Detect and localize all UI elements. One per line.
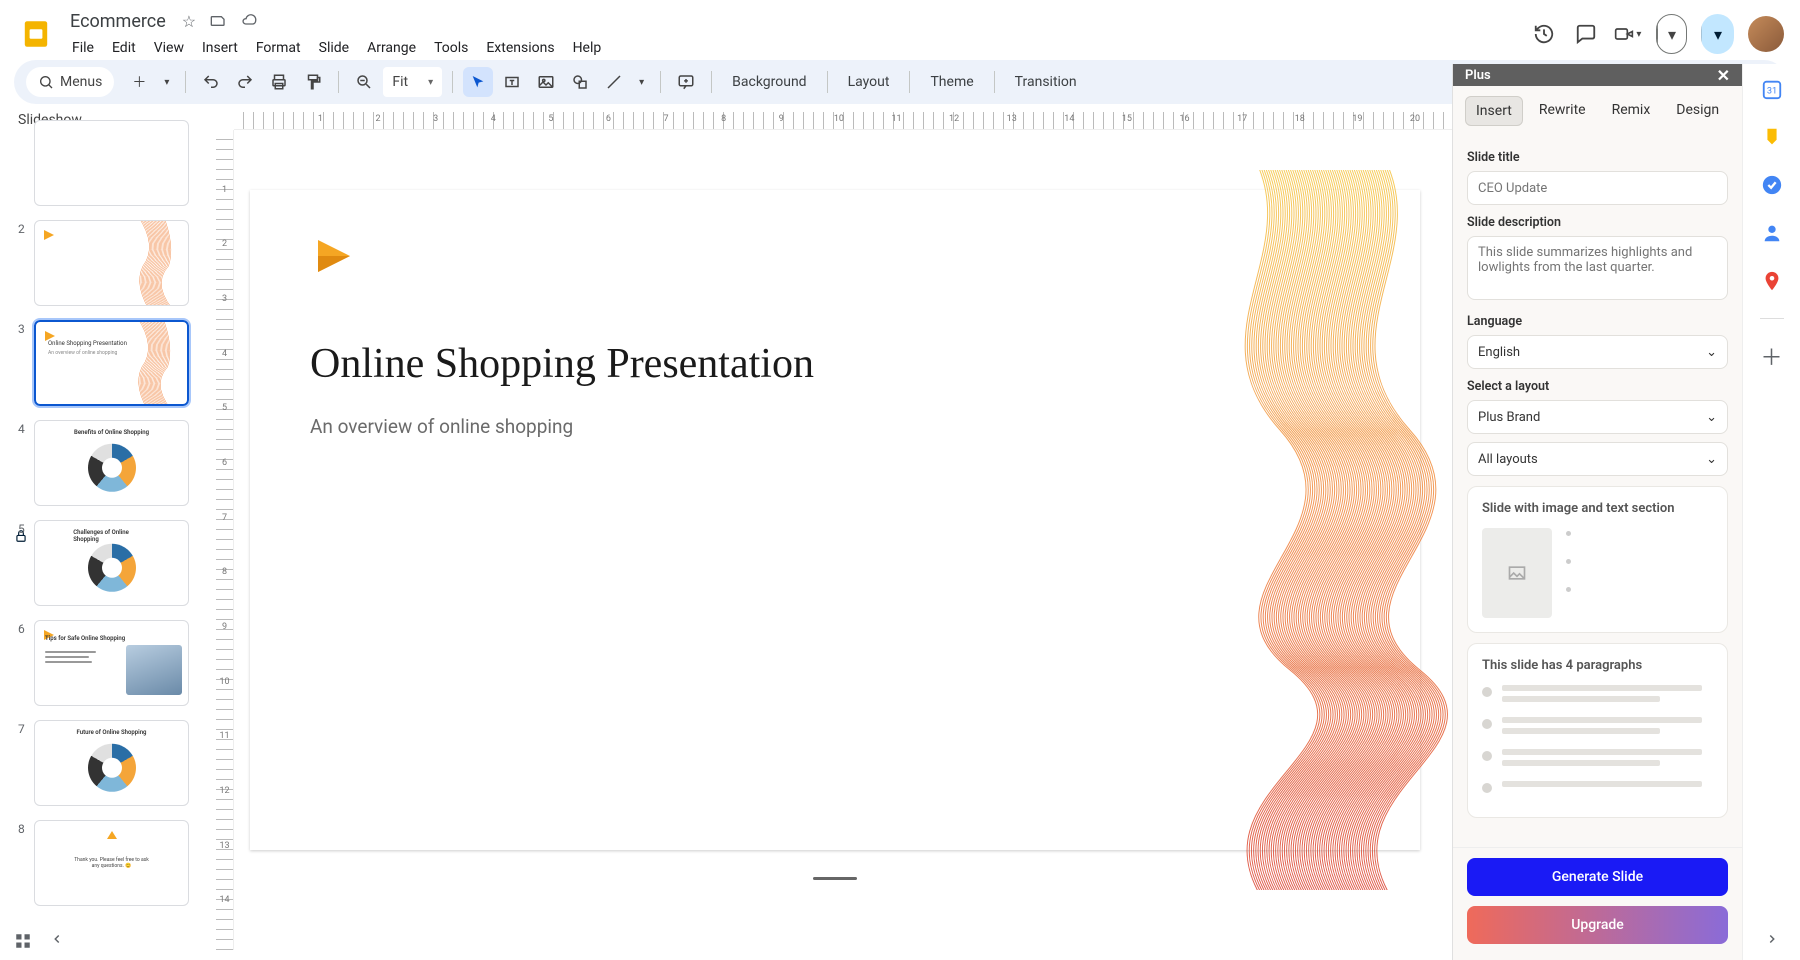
move-icon[interactable] — [210, 12, 226, 31]
ruler-vertical: 1234567891011121314 — [216, 130, 234, 950]
tab-design[interactable]: Design — [1666, 96, 1729, 126]
zoom-select[interactable]: Fit▾ — [383, 67, 442, 97]
chevron-down-icon: ⌄ — [1706, 410, 1717, 425]
contacts-icon[interactable] — [1761, 222, 1783, 244]
maps-icon[interactable] — [1761, 270, 1783, 292]
menu-format[interactable]: Format — [248, 36, 309, 60]
slide-thumbnail[interactable]: Thank you. Please feel free to ask any q… — [34, 820, 189, 906]
collapse-filmstrip-icon[interactable] — [50, 932, 64, 950]
paint-format-button[interactable] — [298, 67, 328, 97]
menu-extensions[interactable]: Extensions — [478, 36, 562, 60]
upgrade-button[interactable]: Upgrade — [1467, 906, 1728, 944]
shape-tool[interactable] — [565, 67, 595, 97]
new-slide-button[interactable]: ＋ — [124, 67, 154, 97]
slideshow-dropdown-icon[interactable]: ▾ — [1657, 15, 1686, 53]
plus-panel: Plus ✕ Insert Rewrite Remix Design Slide… — [1452, 64, 1742, 960]
slide-title-label: Slide title — [1467, 150, 1728, 165]
keep-icon[interactable] — [1761, 126, 1783, 148]
menu-insert[interactable]: Insert — [194, 36, 246, 60]
account-avatar[interactable] — [1748, 16, 1784, 52]
redo-button[interactable] — [230, 67, 260, 97]
slide-thumbnail[interactable] — [34, 220, 189, 306]
chevron-down-icon: ⌄ — [1706, 452, 1717, 467]
add-addon-icon[interactable]: ＋ — [1761, 345, 1783, 367]
slide-description-label: Slide description — [1467, 215, 1728, 230]
layout-button[interactable]: Layout — [838, 74, 900, 90]
comment-tool[interactable] — [671, 67, 701, 97]
select-tool[interactable] — [463, 67, 493, 97]
speaker-notes-handle[interactable] — [813, 877, 857, 880]
hide-side-panel-icon[interactable] — [1765, 932, 1779, 960]
filmstrip[interactable]: 23Online Shopping PresentationAn overvie… — [0, 112, 210, 960]
slide-logo-icon — [310, 232, 358, 280]
new-slide-dropdown[interactable]: ▾ — [158, 67, 175, 97]
menu-edit[interactable]: Edit — [104, 36, 144, 60]
layout-label: Select a layout — [1467, 379, 1728, 394]
layout-filter-select[interactable]: All layouts⌄ — [1467, 442, 1728, 476]
svg-text:31: 31 — [1766, 87, 1776, 97]
slides-logo[interactable] — [16, 14, 56, 54]
image-tool[interactable] — [531, 67, 561, 97]
menu-tools[interactable]: Tools — [426, 36, 476, 60]
generate-slide-button[interactable]: Generate Slide — [1467, 858, 1728, 896]
menu-help[interactable]: Help — [565, 36, 610, 60]
image-placeholder-icon — [1482, 528, 1552, 618]
decorative-wave — [1130, 170, 1450, 890]
slide-thumbnail[interactable]: Benefits of Online Shopping — [34, 420, 189, 506]
chevron-down-icon: ⌄ — [1706, 345, 1717, 360]
layout-brand-select[interactable]: Plus Brand⌄ — [1467, 400, 1728, 434]
plus-tabs: Insert Rewrite Remix Design — [1453, 86, 1742, 136]
slide-thumbnail[interactable]: Challenges of Online Shopping — [34, 520, 189, 606]
line-dropdown[interactable]: ▾ — [633, 67, 650, 97]
share-button[interactable]: Share ▾ — [1701, 14, 1734, 54]
slide-thumbnail[interactable]: Future of Online Shopping — [34, 720, 189, 806]
star-icon[interactable]: ☆ — [182, 12, 196, 31]
layout-option-4-paragraphs[interactable]: This slide has 4 paragraphs — [1467, 643, 1728, 818]
menu-view[interactable]: View — [146, 36, 192, 60]
share-dropdown-icon[interactable]: ▾ — [1701, 14, 1734, 54]
print-button[interactable] — [264, 67, 294, 97]
background-button[interactable]: Background — [722, 74, 816, 90]
slideshow-button[interactable]: Slideshow ▾ — [1656, 14, 1687, 54]
document-title[interactable]: Ecommerce — [64, 9, 172, 34]
menu-arrange[interactable]: Arrange — [359, 36, 424, 60]
history-icon[interactable] — [1530, 20, 1558, 48]
slide-thumbnail[interactable]: Online Shopping PresentationAn overview … — [34, 320, 189, 406]
slide-title-input[interactable] — [1467, 171, 1728, 205]
side-panel-rail: 31 ＋ — [1742, 64, 1800, 960]
search-menus[interactable]: Menus — [26, 67, 114, 97]
tab-remix[interactable]: Remix — [1602, 96, 1661, 126]
menu-file[interactable]: File — [64, 36, 102, 60]
slide-title[interactable]: Online Shopping Presentation — [310, 340, 814, 388]
transition-button[interactable]: Transition — [1005, 74, 1087, 90]
language-select[interactable]: English⌄ — [1467, 335, 1728, 369]
slide-thumbnail[interactable] — [34, 120, 189, 206]
close-icon[interactable]: ✕ — [1717, 66, 1730, 85]
zoom-out-icon[interactable] — [349, 67, 379, 97]
calendar-icon[interactable]: 31 — [1761, 78, 1783, 100]
tasks-icon[interactable] — [1761, 174, 1783, 196]
textbox-tool[interactable] — [497, 67, 527, 97]
language-label: Language — [1467, 314, 1728, 329]
layout-option-image-text[interactable]: Slide with image and text section — [1467, 486, 1728, 633]
line-tool[interactable] — [599, 67, 629, 97]
menu-slide[interactable]: Slide — [311, 36, 357, 60]
theme-button[interactable]: Theme — [920, 74, 983, 90]
menu-bar: File Edit View Insert Format Slide Arran… — [64, 36, 609, 60]
plus-panel-title: Plus — [1465, 68, 1491, 83]
slide-thumbnail[interactable]: Tips for Safe Online Shopping — [34, 620, 189, 706]
slide-description-input[interactable] — [1467, 236, 1728, 300]
tab-insert[interactable]: Insert — [1465, 96, 1523, 126]
undo-button[interactable] — [196, 67, 226, 97]
slide-canvas[interactable]: Online Shopping Presentation An overview… — [250, 190, 1420, 850]
meet-icon[interactable]: ▾ — [1614, 20, 1642, 48]
search-icon — [38, 74, 54, 90]
comments-icon[interactable] — [1572, 20, 1600, 48]
grid-view-icon[interactable] — [14, 932, 32, 950]
tab-rewrite[interactable]: Rewrite — [1529, 96, 1596, 126]
slide-subtitle[interactable]: An overview of online shopping — [310, 415, 573, 438]
cloud-status-icon[interactable] — [240, 12, 258, 31]
